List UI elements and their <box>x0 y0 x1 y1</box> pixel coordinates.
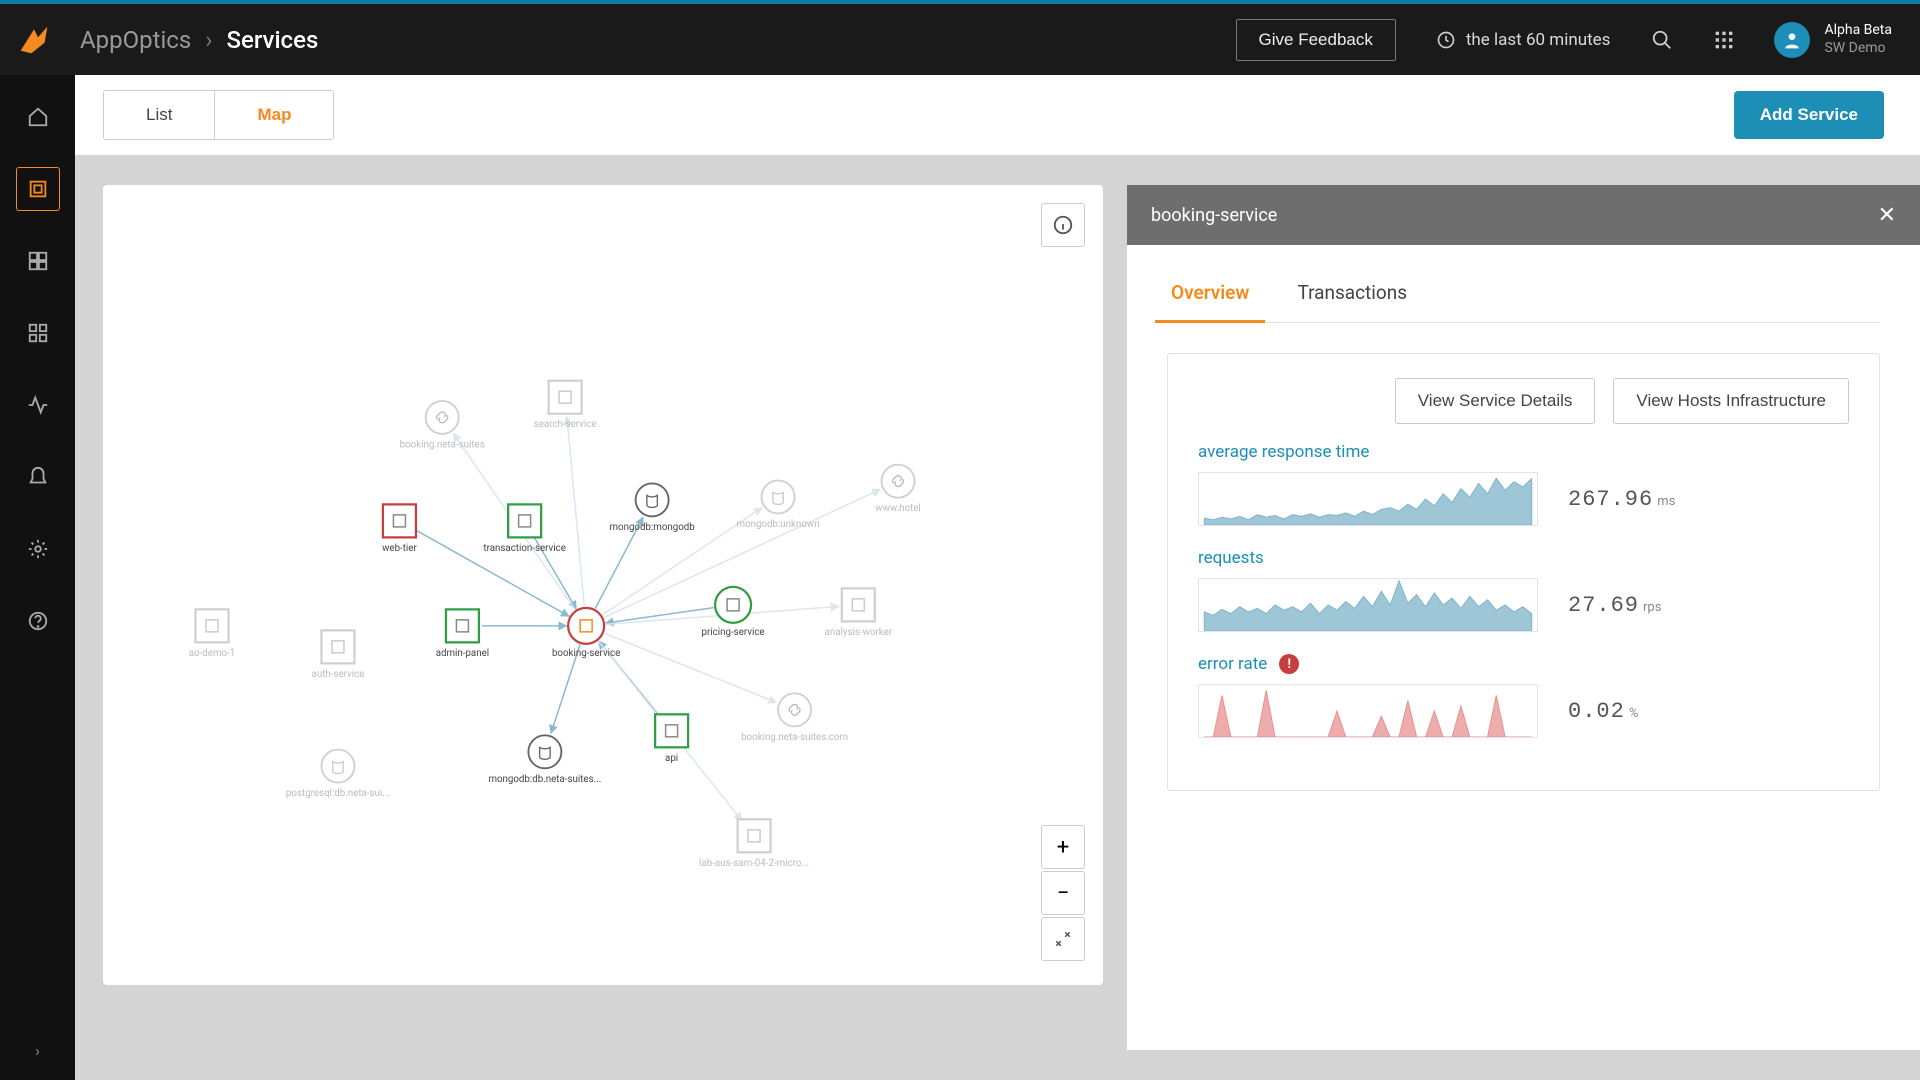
svg-text:www.hotel: www.hotel <box>875 503 921 514</box>
map-node-mongodb-neta[interactable]: mongodb:db.neta-suites... <box>488 735 601 784</box>
metric-error-rate-label: error rate <box>1198 654 1267 674</box>
map-node-lab-aus[interactable]: lab-aus-sam-04-2-micro... <box>699 819 809 868</box>
avatar[interactable] <box>1774 22 1810 58</box>
nav-collapse-icon[interactable]: › <box>35 1041 40 1060</box>
close-icon[interactable]: ✕ <box>1878 203 1896 228</box>
svg-text:booking.neta-suites.com: booking.neta-suites.com <box>741 732 848 743</box>
page-title: Services <box>226 26 318 54</box>
map-node-booking-neta-com[interactable]: booking.neta-suites.com <box>741 693 848 742</box>
svg-text:postgresql:db.neta-sui...: postgresql:db.neta-sui... <box>286 788 390 799</box>
nav-help-icon[interactable] <box>16 599 60 643</box>
nav-home-icon[interactable] <box>16 95 60 139</box>
sparkline-avg-response <box>1198 472 1538 526</box>
view-hosts-button[interactable]: View Hosts Infrastructure <box>1613 378 1849 424</box>
give-feedback-button[interactable]: Give Feedback <box>1236 19 1396 61</box>
timerange-label: the last 60 minutes <box>1466 30 1611 50</box>
svg-text:booking-service: booking-service <box>552 648 620 659</box>
map-fit-button[interactable] <box>1041 917 1085 961</box>
alert-icon: ! <box>1279 654 1299 674</box>
svg-text:lab-aus-sam-04-2-micro...: lab-aus-sam-04-2-micro... <box>699 858 809 869</box>
view-toggle: List Map <box>103 90 334 140</box>
map-node-postgresql[interactable]: postgresql:db.neta-sui... <box>286 750 390 799</box>
svg-text:web-tier: web-tier <box>382 543 417 554</box>
svg-text:ao-demo-1: ao-demo-1 <box>189 648 235 659</box>
map-node-admin-panel[interactable]: admin-panel <box>436 609 489 658</box>
svg-text:api: api <box>665 753 678 764</box>
apps-grid-icon[interactable] <box>1712 28 1736 52</box>
map-node-search-service[interactable]: search-service <box>534 381 597 430</box>
details-tabs: Overview Transactions <box>1167 271 1880 323</box>
svg-text:mongodb:mongodb: mongodb:mongodb <box>609 522 695 533</box>
nav-services-icon[interactable] <box>16 167 60 211</box>
details-header: booking-service ✕ <box>1127 185 1920 245</box>
metric-requests-value: 27.69 <box>1568 593 1639 618</box>
details-title: booking-service <box>1151 205 1277 226</box>
map-node-www-hotel[interactable]: www.hotel <box>875 465 921 514</box>
svg-text:mongodb:unknown: mongodb:unknown <box>737 519 820 530</box>
logo-icon <box>18 24 50 56</box>
map-node-api[interactable]: api <box>655 714 688 763</box>
svg-text:admin-panel: admin-panel <box>436 648 489 659</box>
svg-text:auth-service: auth-service <box>312 669 365 680</box>
left-nav: › <box>0 75 75 1080</box>
tab-overview[interactable]: Overview <box>1167 271 1253 322</box>
sparkline-error-rate <box>1198 684 1538 738</box>
map-node-mongodb-mongodb[interactable]: mongodb:mongodb <box>609 483 695 532</box>
metric-avg-response-value: 267.96 <box>1568 487 1653 512</box>
subheader: List Map Add Service <box>75 75 1920 155</box>
svg-text:analysis-worker: analysis-worker <box>825 627 893 638</box>
sparkline-requests <box>1198 578 1538 632</box>
service-map[interactable]: web-tier transaction-service admin-panel bo… <box>103 185 1103 985</box>
view-map-tab[interactable]: Map <box>214 91 333 139</box>
chevron-right-icon: › <box>205 26 212 54</box>
tab-transactions[interactable]: Transactions <box>1293 271 1411 322</box>
map-node-ao-demo-1[interactable]: ao-demo-1 <box>189 609 235 658</box>
timerange-picker[interactable]: the last 60 minutes <box>1436 30 1611 50</box>
map-node-web-tier[interactable]: web-tier <box>382 504 417 553</box>
map-node-auth-service[interactable]: auth-service <box>312 630 365 679</box>
user-menu[interactable]: Alpha Beta SW Demo <box>1824 22 1892 57</box>
map-zoom-in-button[interactable]: + <box>1041 825 1085 869</box>
metric-avg-response-label: average response time <box>1198 442 1849 462</box>
clock-icon <box>1436 30 1456 50</box>
breadcrumb: AppOptics › Services <box>80 26 318 54</box>
details-panel: booking-service ✕ Overview Transactions … <box>1127 185 1920 1050</box>
svg-text:pricing-service: pricing-service <box>702 627 765 638</box>
user-org: SW Demo <box>1824 40 1892 58</box>
map-node-mongodb-unknown[interactable]: mongodb:unknown <box>737 480 820 529</box>
map-info-icon[interactable] <box>1041 203 1085 247</box>
search-icon[interactable] <box>1650 28 1674 52</box>
nav-settings-icon[interactable] <box>16 527 60 571</box>
map-node-analysis-worker[interactable]: analysis-worker <box>825 588 893 637</box>
map-zoom-out-button[interactable]: − <box>1041 871 1085 915</box>
svg-text:booking.neta-suites: booking.neta-suites <box>400 439 485 450</box>
topbar: AppOptics › Services Give Feedback the l… <box>0 4 1920 75</box>
nav-grid-icon[interactable] <box>16 239 60 283</box>
svg-text:transaction-service: transaction-service <box>483 543 565 554</box>
nav-alerts-icon[interactable] <box>16 455 60 499</box>
svg-text:search-service: search-service <box>534 419 597 430</box>
view-service-details-button[interactable]: View Service Details <box>1395 378 1596 424</box>
svg-text:mongodb:db.neta-suites...: mongodb:db.neta-suites... <box>488 774 601 785</box>
nav-dashboard-icon[interactable] <box>16 311 60 355</box>
view-list-tab[interactable]: List <box>104 91 214 139</box>
add-service-button[interactable]: Add Service <box>1734 91 1884 139</box>
breadcrumb-root[interactable]: AppOptics <box>80 26 191 54</box>
map-node-transaction-service[interactable]: transaction-service <box>483 504 565 553</box>
nav-activity-icon[interactable] <box>16 383 60 427</box>
metric-requests-label: requests <box>1198 548 1849 568</box>
user-name: Alpha Beta <box>1824 22 1892 40</box>
map-node-booking-neta-suites[interactable]: booking.neta-suites <box>400 401 485 450</box>
metric-error-rate-value: 0.02 <box>1568 699 1625 724</box>
